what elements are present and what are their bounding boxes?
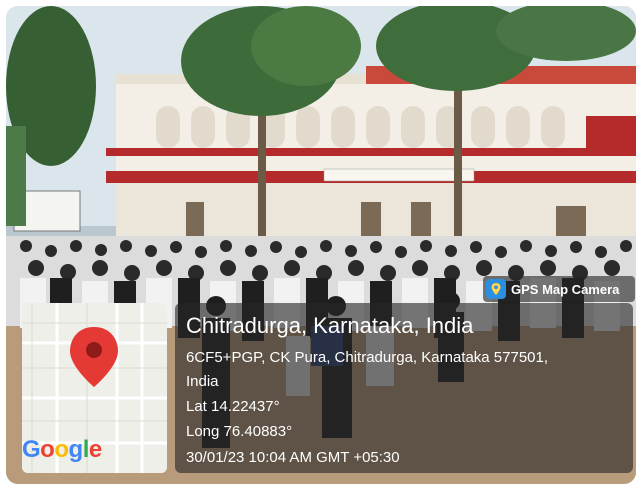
red-railing xyxy=(106,148,636,156)
datetime-text: 30/01/23 10:04 AM GMT +05:30 xyxy=(186,449,400,466)
google-logo-letter: G xyxy=(22,436,41,463)
gps-map-camera-icon xyxy=(486,279,506,299)
location-title: Chitradurga, Karnataka, India xyxy=(186,313,474,338)
google-logo-letter: g xyxy=(68,436,84,463)
google-logo-letter: e xyxy=(88,436,102,463)
college-banner xyxy=(323,168,475,182)
google-logo-letter: o xyxy=(40,436,55,463)
photo-frame: Google GPS Map Camera Chitradurga, Karna… xyxy=(0,0,638,489)
address-line-2: India xyxy=(186,373,219,390)
gps-badge-label: GPS Map Camera xyxy=(511,281,620,297)
google-logo: Google xyxy=(22,438,102,462)
address-line-1: 6CF5+PGP, CK Pura, Chitradurga, Karnatak… xyxy=(186,349,549,366)
gps-map-camera-badge: GPS Map Camera xyxy=(483,276,635,302)
google-logo-letter: o xyxy=(54,436,69,463)
latitude-text: Lat 14.22437° xyxy=(186,398,280,415)
longitude-text: Long 76.40883° xyxy=(186,423,293,440)
